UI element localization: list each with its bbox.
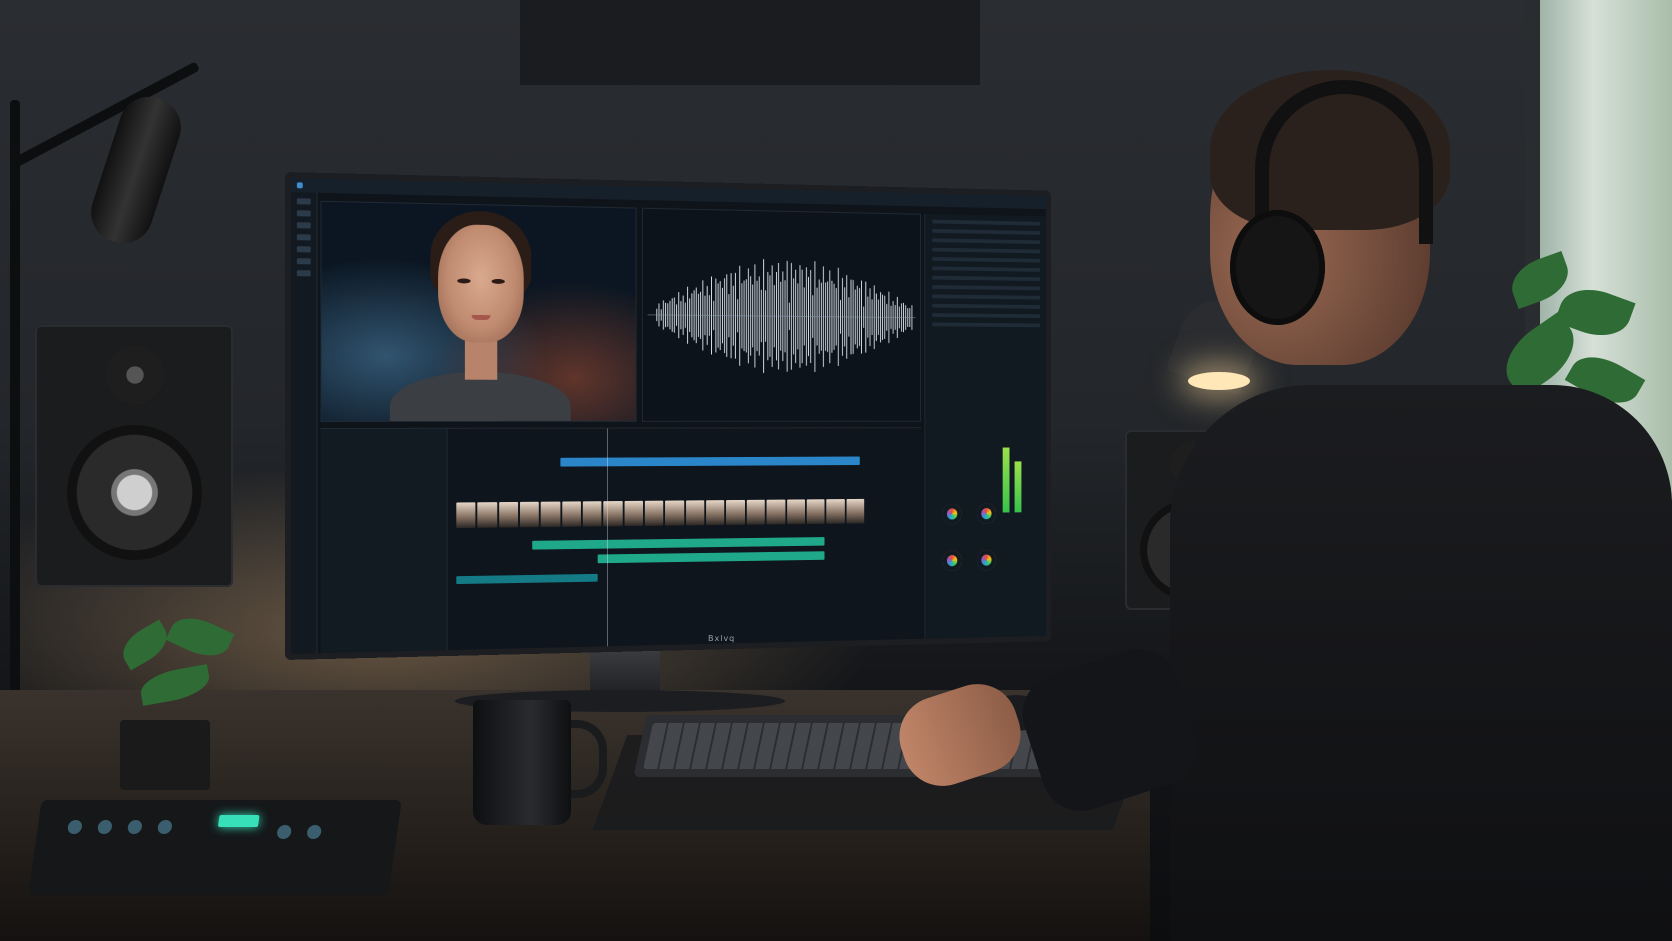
inspector-panel — [924, 213, 1047, 654]
tool-icon[interactable] — [296, 246, 311, 253]
speaker-left — [35, 325, 233, 587]
mixer-knob — [66, 820, 83, 834]
mixer-display — [217, 815, 260, 827]
woofer — [67, 425, 202, 560]
tool-icon[interactable] — [296, 210, 311, 217]
portrait-mouth — [471, 314, 491, 321]
video-preview[interactable] — [320, 200, 637, 422]
plant-pot — [120, 720, 210, 790]
video-editor-ui — [290, 178, 1047, 660]
audio-mixer — [28, 800, 402, 895]
coffee-mug — [473, 700, 571, 825]
audio-waveform-panel[interactable] — [642, 207, 921, 422]
person-editing — [889, 60, 1672, 941]
color-wheel-icon[interactable] — [942, 503, 962, 525]
playhead[interactable] — [606, 428, 608, 660]
tool-icon[interactable] — [296, 258, 311, 265]
audio-meter-right — [1014, 461, 1022, 513]
timeline-clip[interactable] — [560, 456, 860, 467]
portrait-eye — [457, 278, 471, 284]
monitor-stand — [590, 650, 660, 695]
tool-icon[interactable] — [296, 270, 311, 277]
app-icon — [296, 182, 303, 189]
monitor-brand: Bxlvq — [708, 634, 736, 643]
tool-icon[interactable] — [296, 222, 311, 229]
photo-scene: Bxlvq — [0, 0, 1672, 941]
audio-clip[interactable] — [532, 537, 825, 550]
color-wheel-icon[interactable] — [977, 549, 996, 571]
audio-clip[interactable] — [597, 551, 825, 564]
headphone-earcup — [1230, 210, 1325, 325]
mixer-knob — [306, 825, 323, 839]
tool-icon[interactable] — [296, 234, 311, 241]
person-torso — [1170, 385, 1672, 941]
media-browser — [320, 428, 448, 660]
mixer-knob — [276, 825, 293, 839]
mixer-knob — [126, 820, 143, 834]
tool-sidebar — [290, 192, 318, 654]
timeline[interactable] — [320, 427, 921, 660]
monitor — [285, 172, 1052, 660]
audio-waveform — [643, 209, 920, 421]
color-wheel-icon[interactable] — [942, 550, 962, 572]
color-wheel-icon[interactable] — [977, 503, 996, 524]
video-track[interactable] — [456, 498, 865, 529]
tweeter — [105, 345, 165, 405]
audio-clip[interactable] — [456, 573, 598, 585]
mixer-knob — [96, 820, 113, 834]
audio-meter-left — [1002, 447, 1010, 513]
tool-icon[interactable] — [296, 198, 311, 205]
portrait-face — [438, 223, 524, 343]
mixer-knob — [156, 820, 173, 834]
portrait-eye — [491, 278, 505, 284]
wall-panel — [520, 0, 980, 85]
